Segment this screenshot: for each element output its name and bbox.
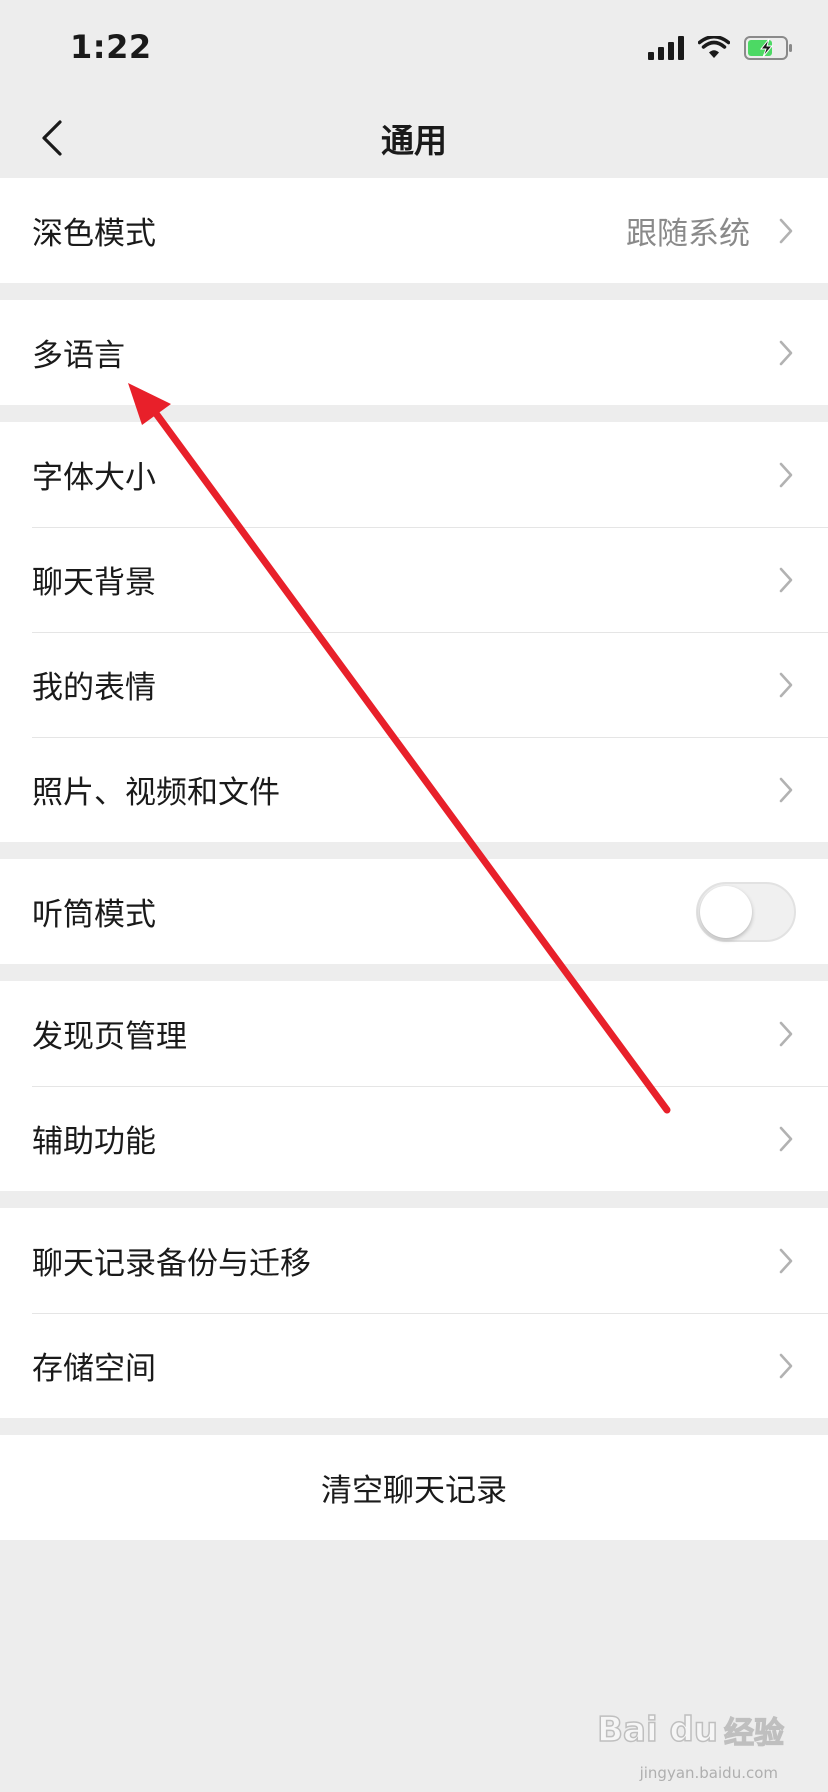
chevron-right-icon — [776, 337, 796, 369]
settings-list: 深色模式 跟随系统 多语言 字体大小 聊天背景 我的表情 照片、视频和文件 听筒… — [0, 178, 828, 1557]
earpiece-mode-toggle[interactable] — [696, 881, 796, 942]
watermark-text: 经验 — [723, 1715, 784, 1751]
row-label: 多语言 — [32, 338, 125, 374]
signal-icon — [648, 36, 684, 60]
row-label: 发现页管理 — [32, 1019, 187, 1055]
chevron-right-icon — [776, 564, 796, 596]
row-value: 跟随系统 — [626, 216, 750, 252]
chevron-right-icon — [776, 1350, 796, 1382]
settings-group: 深色模式 跟随系统 — [0, 178, 828, 283]
toggle-knob — [700, 885, 752, 938]
settings-row-dark-mode[interactable]: 深色模式 跟随系统 — [0, 178, 828, 283]
chevron-right-icon — [776, 774, 796, 806]
chevron-right-icon — [776, 1018, 796, 1050]
row-label: 存储空间 — [32, 1351, 156, 1387]
settings-row-language[interactable]: 多语言 — [0, 300, 828, 405]
watermark-logo: Bai du — [596, 1709, 718, 1751]
settings-row-discover-management[interactable]: 发现页管理 — [0, 981, 828, 1086]
page-title: 通用 — [381, 121, 447, 160]
status-time: 1:22 — [70, 28, 152, 66]
status-bar: 1:22 — [0, 0, 828, 100]
battery-charging-icon — [744, 36, 792, 60]
settings-row-accessibility[interactable]: 辅助功能 — [0, 1086, 828, 1191]
settings-group: 清空聊天记录 — [0, 1435, 828, 1540]
row-label: 我的表情 — [32, 670, 156, 706]
chevron-right-icon — [776, 669, 796, 701]
settings-row-storage[interactable]: 存储空间 — [0, 1313, 828, 1418]
settings-group: 发现页管理 辅助功能 — [0, 981, 828, 1191]
settings-row-font-size[interactable]: 字体大小 — [0, 422, 828, 527]
settings-row-earpiece-mode: 听筒模式 — [0, 859, 828, 964]
row-label: 辅助功能 — [32, 1124, 156, 1160]
row-label: 聊天背景 — [32, 565, 156, 601]
row-label: 清空聊天记录 — [321, 1473, 507, 1509]
row-label: 字体大小 — [32, 460, 156, 496]
row-label: 深色模式 — [32, 216, 156, 252]
chevron-right-icon — [776, 459, 796, 491]
row-label: 照片、视频和文件 — [32, 775, 280, 811]
watermark: Bai du 经验 — [596, 1708, 784, 1752]
settings-group: 聊天记录备份与迁移 存储空间 — [0, 1208, 828, 1418]
settings-row-my-stickers[interactable]: 我的表情 — [0, 632, 828, 737]
chevron-right-icon — [776, 1123, 796, 1155]
settings-row-media-files[interactable]: 照片、视频和文件 — [0, 737, 828, 842]
settings-row-chat-background[interactable]: 聊天背景 — [0, 527, 828, 632]
settings-group: 字体大小 聊天背景 我的表情 照片、视频和文件 — [0, 422, 828, 842]
watermark-url: jingyan.baidu.com — [639, 1764, 778, 1782]
wifi-icon — [698, 36, 730, 58]
settings-group: 听筒模式 — [0, 859, 828, 964]
chevron-right-icon — [776, 215, 796, 247]
row-label: 聊天记录备份与迁移 — [32, 1246, 311, 1282]
clear-chat-history-button[interactable]: 清空聊天记录 — [0, 1435, 828, 1540]
row-label: 听筒模式 — [32, 897, 156, 933]
nav-bar: 通用 — [0, 100, 828, 178]
settings-group: 多语言 — [0, 300, 828, 405]
status-icons — [648, 36, 794, 60]
settings-row-chat-backup[interactable]: 聊天记录备份与迁移 — [0, 1208, 828, 1313]
chevron-right-icon — [776, 1245, 796, 1277]
